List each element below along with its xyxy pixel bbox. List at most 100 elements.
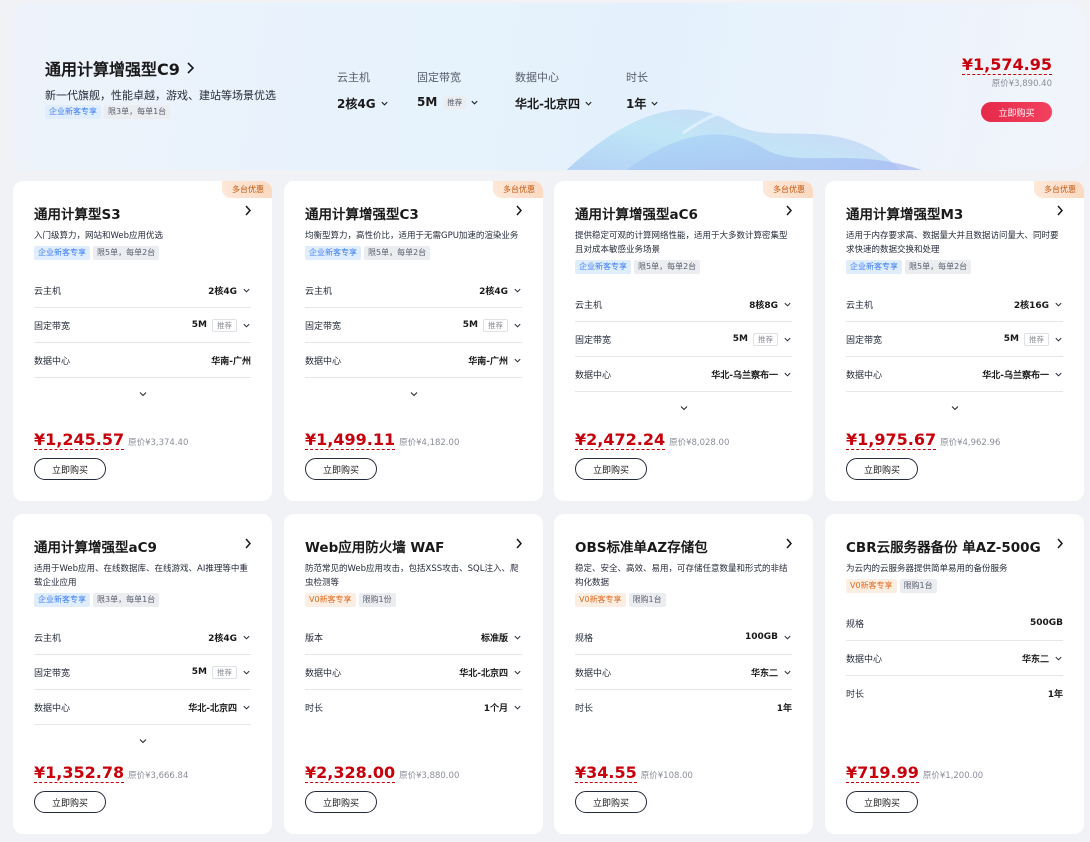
spec-row[interactable]: 固定带宽 5M 推荐 bbox=[34, 308, 251, 343]
chevron-right-icon[interactable] bbox=[244, 205, 252, 216]
spec-value[interactable]: 华东二 bbox=[1022, 652, 1063, 665]
chevron-right-icon[interactable] bbox=[1056, 205, 1064, 216]
spec-value[interactable]: 8核8G bbox=[749, 298, 792, 311]
chevron-down-icon bbox=[784, 337, 791, 342]
multi-discount-badge: 多台优惠 bbox=[222, 181, 272, 198]
buy-now-button[interactable]: 立即购买 bbox=[305, 791, 377, 813]
spec-value[interactable]: 华北-乌兰察布一 bbox=[982, 368, 1063, 381]
card-title[interactable]: 通用计算增强型C3 bbox=[305, 203, 419, 223]
card-price: ¥1,499.11 bbox=[305, 430, 396, 450]
spec-row[interactable]: 数据中心 华东二 bbox=[575, 655, 792, 690]
chevron-right-icon[interactable] bbox=[515, 538, 523, 549]
hero-price-block: ¥1,574.95 原价¥3,890.40 bbox=[961, 55, 1052, 89]
expand-chevron-icon[interactable] bbox=[137, 388, 149, 400]
spec-row[interactable]: 数据中心 华南-广州 bbox=[305, 343, 522, 378]
card-title[interactable]: 通用计算增强型aC6 bbox=[575, 203, 698, 223]
spec-row[interactable]: 云主机 2核4G bbox=[34, 273, 251, 308]
buy-now-button[interactable]: 立即购买 bbox=[575, 791, 647, 813]
spec-value[interactable]: 华北-北京四 bbox=[459, 666, 522, 679]
spec-value[interactable]: 2核4G bbox=[208, 631, 251, 644]
card-title[interactable]: CBR云服务器备份 单AZ-500G bbox=[846, 536, 1041, 556]
expand-chevron-icon[interactable] bbox=[137, 735, 149, 747]
buy-now-button[interactable]: 立即购买 bbox=[575, 458, 647, 480]
spec-value[interactable]: 华南-广州 bbox=[468, 354, 522, 367]
product-card[interactable]: 多台优惠 通用计算增强型C3 均衡型算力，高性价比，适用于无需GPU加速的渲染业务企… bbox=[284, 181, 543, 501]
spec-value[interactable]: 5M 推荐 bbox=[192, 318, 251, 332]
spec-value[interactable]: 100GB bbox=[745, 632, 792, 642]
limit-tag: 限购1台 bbox=[899, 579, 937, 593]
spec-value[interactable]: 华东二 bbox=[751, 666, 792, 679]
card-title[interactable]: 通用计算增强型M3 bbox=[846, 203, 963, 223]
spec-row[interactable]: 数据中心 华北-北京四 bbox=[305, 655, 522, 690]
hero-banner: 通用计算增强型C9 新一代旗舰，性能卓越，游戏、建站等场景优选 企业新客专享 限… bbox=[13, 3, 1085, 170]
hero-spec-bandwidth[interactable]: 固定带宽 5M 推荐 bbox=[417, 69, 479, 109]
spec-row[interactable]: 规格 100GB bbox=[575, 620, 792, 655]
promo-tag: 企业新客专享 bbox=[45, 105, 101, 119]
chevron-right-icon[interactable] bbox=[244, 538, 252, 549]
product-card[interactable]: Web应用防火墙 WAF 防范常见的Web应用攻击，包括XSS攻击、SQL注入、爬… bbox=[284, 514, 543, 834]
spec-row[interactable]: 时长 1个月 bbox=[305, 690, 522, 725]
spec-value[interactable]: 5M 推荐 bbox=[1004, 332, 1063, 346]
buy-now-button[interactable]: 立即购买 bbox=[34, 458, 106, 480]
spec-value[interactable]: 标准版 bbox=[481, 631, 522, 644]
spec-row[interactable]: 云主机 2核4G bbox=[305, 273, 522, 308]
spec-label: 数据中心 bbox=[846, 654, 883, 665]
spec-row[interactable]: 数据中心 华东二 bbox=[846, 641, 1063, 676]
spec-value[interactable]: 2核16G bbox=[1014, 298, 1063, 311]
chevron-down-icon bbox=[380, 101, 388, 106]
spec-value[interactable]: 5M 推荐 bbox=[463, 318, 522, 332]
buy-now-button[interactable]: 立即购买 bbox=[34, 791, 106, 813]
spec-row[interactable]: 数据中心 华北-乌兰察布一 bbox=[846, 357, 1063, 392]
spec-value[interactable]: 华北-北京四 bbox=[188, 701, 251, 714]
spec-value[interactable]: 2核4G bbox=[337, 95, 389, 112]
card-title[interactable]: Web应用防火墙 WAF bbox=[305, 536, 444, 556]
chevron-right-icon[interactable] bbox=[1056, 538, 1064, 549]
expand-chevron-icon[interactable] bbox=[949, 402, 961, 414]
spec-row[interactable]: 数据中心 华北-乌兰察布一 bbox=[575, 357, 792, 392]
hero-spec-instance[interactable]: 云主机 2核4G bbox=[337, 69, 389, 112]
spec-value[interactable]: 华北-北京四 bbox=[515, 95, 593, 112]
card-price-block: ¥34.55 原价¥108.00 bbox=[575, 764, 693, 783]
product-card[interactable]: 多台优惠 通用计算增强型aC6 提供稳定可观的计算网络性能，适用于大多数计算密集型且… bbox=[554, 181, 813, 501]
spec-value[interactable]: 2核4G bbox=[208, 284, 251, 297]
hero-spec-datacenter[interactable]: 数据中心 华北-北京四 bbox=[515, 69, 593, 112]
spec-value[interactable]: 5M 推荐 bbox=[417, 95, 479, 109]
buy-now-button[interactable]: 立即购买 bbox=[305, 458, 377, 480]
spec-row[interactable]: 固定带宽 5M 推荐 bbox=[34, 655, 251, 690]
card-title[interactable]: 通用计算型S3 bbox=[34, 203, 121, 223]
product-card[interactable]: 多台优惠 通用计算型S3 入门级算力，网站和Web应用优选 企业新客专享 限5单，每单2… bbox=[13, 181, 272, 501]
spec-value[interactable]: 华北-乌兰察布一 bbox=[711, 368, 792, 381]
spec-value[interactable]: 1年 bbox=[626, 95, 659, 112]
product-card[interactable]: 通用计算增强型aC9 适用于Web应用、在线数据库、在线游戏、AI推理等中重载企业… bbox=[13, 514, 272, 834]
buy-now-button[interactable]: 立即购买 bbox=[846, 458, 918, 480]
chevron-right-icon[interactable] bbox=[785, 538, 793, 549]
card-description: 为云内的云服务器提供简单易用的备份服务 bbox=[846, 564, 1008, 574]
hero-buy-button[interactable]: 立即购买 bbox=[981, 102, 1052, 122]
card-title[interactable]: 通用计算增强型aC9 bbox=[34, 536, 157, 556]
spec-value[interactable]: 5M 推荐 bbox=[733, 332, 792, 346]
spec-row[interactable]: 固定带宽 5M 推荐 bbox=[575, 322, 792, 357]
spec-row[interactable]: 数据中心 华北-北京四 bbox=[34, 690, 251, 725]
expand-chevron-icon[interactable] bbox=[678, 402, 690, 414]
buy-now-button[interactable]: 立即购买 bbox=[846, 791, 918, 813]
card-title[interactable]: OBS标准单AZ存储包 bbox=[575, 536, 708, 556]
spec-value[interactable]: 5M 推荐 bbox=[192, 665, 251, 679]
chevron-right-icon[interactable] bbox=[515, 205, 523, 216]
spec-row[interactable]: 云主机 8核8G bbox=[575, 287, 792, 322]
product-card[interactable]: 多台优惠 通用计算增强型M3 适用于内存要求高、数据量大并且数据访问量大、同时要求快… bbox=[825, 181, 1084, 501]
spec-value[interactable]: 2核4G bbox=[479, 284, 522, 297]
spec-value[interactable]: 1个月 bbox=[484, 701, 522, 714]
card-price: ¥2,472.24 bbox=[575, 430, 666, 450]
spec-row[interactable]: 版本 标准版 bbox=[305, 620, 522, 655]
hero-title[interactable]: 通用计算增强型C9 bbox=[45, 56, 195, 80]
hero-spec-duration[interactable]: 时长 1年 bbox=[626, 69, 659, 112]
product-card[interactable]: CBR云服务器备份 单AZ-500G 为云内的云服务器提供简单易用的备份服务 V0新… bbox=[825, 514, 1084, 834]
spec-row[interactable]: 云主机 2核4G bbox=[34, 620, 251, 655]
spec-row[interactable]: 固定带宽 5M 推荐 bbox=[305, 308, 522, 343]
spec-row[interactable]: 云主机 2核16G bbox=[846, 287, 1063, 322]
chevron-down-icon bbox=[1055, 337, 1062, 342]
product-card[interactable]: OBS标准单AZ存储包 稳定、安全、高效、易用，可存储任意数量和形式的非结构化数据… bbox=[554, 514, 813, 834]
expand-chevron-icon[interactable] bbox=[408, 388, 420, 400]
chevron-right-icon[interactable] bbox=[785, 205, 793, 216]
spec-row[interactable]: 固定带宽 5M 推荐 bbox=[846, 322, 1063, 357]
